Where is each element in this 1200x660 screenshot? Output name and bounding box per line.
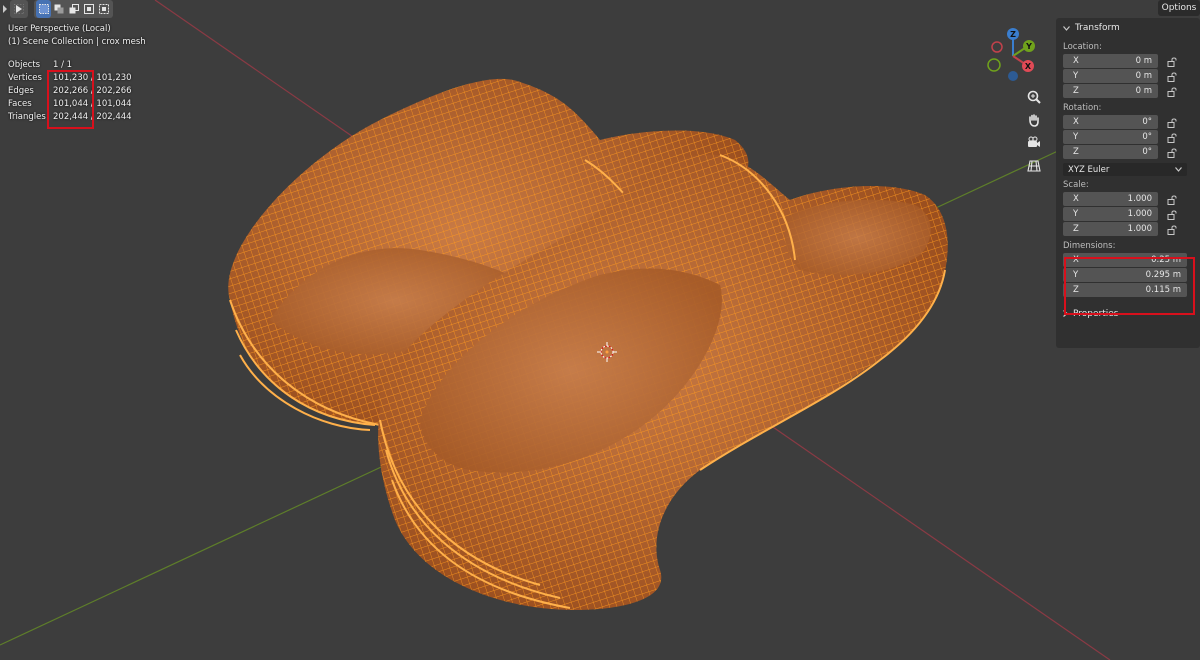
scale-label: Scale: <box>1063 180 1089 190</box>
location-x-field[interactable]: X 0 m <box>1063 54 1158 68</box>
location-y-row: Y 0 m <box>1056 69 1200 84</box>
scene-canvas[interactable] <box>0 0 1200 660</box>
rotation-mode-dropdown[interactable]: XYZ Euler <box>1063 163 1187 176</box>
field-value: 1.000 <box>1127 224 1152 234</box>
axis-label: X <box>1073 56 1079 66</box>
scale-x-field[interactable]: X 1.000 <box>1063 192 1158 206</box>
perspective-label: User Perspective (Local) <box>8 24 111 34</box>
select-invert-icon[interactable] <box>81 0 96 18</box>
pan-hand-icon[interactable] <box>1023 109 1045 131</box>
lock-icon[interactable] <box>1166 224 1178 236</box>
scale-x-row: X 1.000 <box>1056 192 1200 207</box>
location-z-row: Z 0 m <box>1056 84 1200 99</box>
viewport-header-toolbar <box>0 0 113 18</box>
axis-label: Z <box>1073 86 1079 96</box>
dimensions-label: Dimensions: <box>1063 241 1116 251</box>
selection-mode-group <box>34 0 113 18</box>
field-value: 0 m <box>1135 86 1152 96</box>
rotation-z-row: Z 0° <box>1056 145 1200 160</box>
dimensions-highlight-box <box>1064 257 1195 315</box>
3d-viewport[interactable]: Options User Perspective (Local) (1) Sce… <box>0 0 1200 660</box>
location-x-row: X 0 m <box>1056 54 1200 69</box>
select-tool-button[interactable] <box>10 0 28 18</box>
rotation-z-field[interactable]: Z 0° <box>1063 145 1158 159</box>
field-value: 1.000 <box>1127 209 1152 219</box>
collection-label: (1) Scene Collection | crox mesh <box>8 36 146 47</box>
select-intersect-icon[interactable] <box>96 0 111 18</box>
field-value: 0 m <box>1135 56 1152 66</box>
chevron-down-icon <box>1175 165 1182 175</box>
rotation-mode-value: XYZ Euler <box>1068 164 1110 175</box>
lock-icon[interactable] <box>1166 86 1178 98</box>
axis-label: Y <box>1073 132 1079 142</box>
rotation-y-field[interactable]: Y 0° <box>1063 130 1158 144</box>
field-value: 0° <box>1142 117 1152 127</box>
axis-label: Y <box>1073 71 1079 81</box>
field-value: 1.000 <box>1127 194 1152 204</box>
scale-y-row: Y 1.000 <box>1056 207 1200 222</box>
select-new-icon[interactable] <box>36 0 51 18</box>
transform-panel-header[interactable]: Transform <box>1056 18 1200 38</box>
stats-highlight-box <box>47 70 94 129</box>
lock-icon[interactable] <box>1166 132 1178 144</box>
location-z-field[interactable]: Z 0 m <box>1063 84 1158 98</box>
perspective-grid-icon[interactable] <box>1023 155 1045 177</box>
camera-view-icon[interactable] <box>1023 132 1045 154</box>
lock-icon[interactable] <box>1166 194 1178 206</box>
scale-y-field[interactable]: Y 1.000 <box>1063 207 1158 221</box>
lock-icon[interactable] <box>1166 71 1178 83</box>
axis-label: Z <box>1073 147 1079 157</box>
gizmo-y-label[interactable]: Y <box>1025 42 1032 51</box>
transform-title: Transform <box>1075 23 1120 33</box>
viewport-info: User Perspective (Local) (1) Scene Colle… <box>8 23 146 48</box>
gizmo-x-label[interactable]: X <box>1025 62 1032 71</box>
axis-label: Z <box>1073 224 1079 234</box>
lock-icon[interactable] <box>1166 209 1178 221</box>
select-extend-icon[interactable] <box>51 0 66 18</box>
navigation-gizmo[interactable]: Z Y X <box>985 28 1041 84</box>
chevron-down-icon <box>1063 24 1070 33</box>
lock-icon[interactable] <box>1166 147 1178 159</box>
location-y-field[interactable]: Y 0 m <box>1063 69 1158 83</box>
field-value: 0 m <box>1135 71 1152 81</box>
field-value: 0° <box>1142 132 1152 142</box>
rotation-y-row: Y 0° <box>1056 130 1200 145</box>
location-label: Location: <box>1063 42 1102 52</box>
select-subtract-icon[interactable] <box>66 0 81 18</box>
zoom-icon[interactable] <box>1023 86 1045 108</box>
rotation-label: Rotation: <box>1063 103 1102 113</box>
axis-label: Y <box>1073 209 1079 219</box>
collapse-arrow-icon[interactable] <box>0 0 10 18</box>
options-button[interactable]: Options <box>1158 0 1200 16</box>
lock-icon[interactable] <box>1166 117 1178 129</box>
scale-z-field[interactable]: Z 1.000 <box>1063 222 1158 236</box>
field-value: 0° <box>1142 147 1152 157</box>
gizmo-z-label[interactable]: Z <box>1010 30 1016 39</box>
axis-label: X <box>1073 194 1079 204</box>
lock-icon[interactable] <box>1166 56 1178 68</box>
axis-label: X <box>1073 117 1079 127</box>
rotation-x-field[interactable]: X 0° <box>1063 115 1158 129</box>
rotation-x-row: X 0° <box>1056 115 1200 130</box>
scale-z-row: Z 1.000 <box>1056 222 1200 237</box>
